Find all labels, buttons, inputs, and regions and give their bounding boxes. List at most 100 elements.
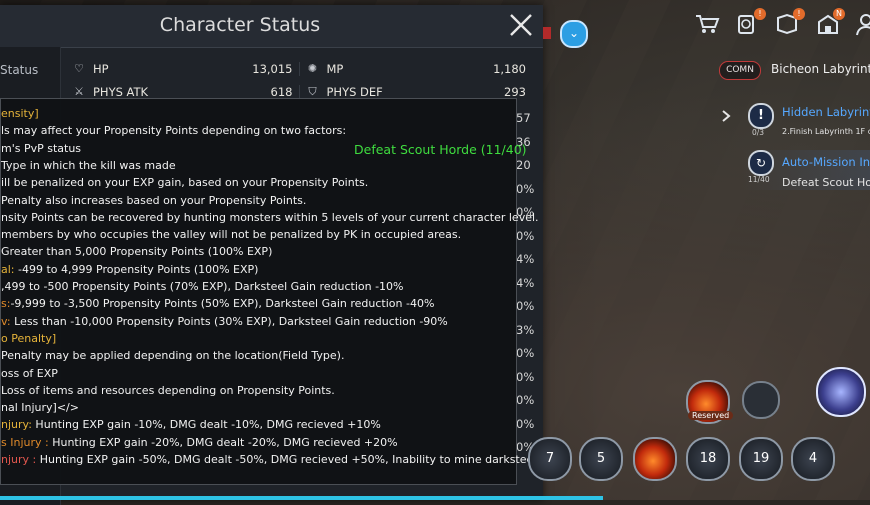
location-name: Bicheon Labyrinth bbox=[771, 62, 870, 76]
tooltip-line: m's PvP status bbox=[1, 142, 81, 155]
tooltip-text: Hunting EXP gain -20%, DMG dealt -20%, D… bbox=[48, 435, 398, 449]
stat-label: PHYS DEF bbox=[326, 84, 383, 99]
tooltip-text: Hunting EXP gain -50%, DMG dealt -50%, D… bbox=[36, 453, 537, 466]
cart-icon[interactable] bbox=[694, 12, 720, 36]
partial-stat-value: 0% bbox=[516, 416, 535, 431]
partial-stat-value: 0% bbox=[516, 228, 535, 243]
partial-stat-value: 57 bbox=[516, 111, 531, 125]
tooltip-line: al: -499 to 4,999 Propensity Points (100… bbox=[1, 263, 258, 276]
heart-icon: ♡ bbox=[74, 61, 84, 75]
partial-stat-value: 0% bbox=[516, 346, 535, 360]
close-icon[interactable] bbox=[507, 11, 535, 39]
tooltip-text: Penalty also increases based on your Pro… bbox=[1, 193, 307, 207]
tooltip-line: s Injury : Hunting EXP gain -20%, DMG de… bbox=[1, 436, 398, 449]
tooltip-line: ,499 to -500 Propensity Points (70% EXP)… bbox=[1, 280, 404, 293]
partial-stat-value: 4% bbox=[516, 252, 535, 266]
tooltip-text: -499 to 4,999 Propensity Points (100% EX… bbox=[14, 262, 259, 276]
tab-status[interactable]: Status bbox=[0, 63, 38, 77]
stat-phys-atk: ⚔ PHYS ATK 618 bbox=[66, 85, 299, 99]
tooltip-text: ensity] bbox=[1, 107, 39, 120]
tooltip-text: Type in which the kill was made bbox=[1, 158, 176, 172]
tooltip-line: Greater than 5,000 Propensity Points (10… bbox=[1, 245, 272, 258]
skill-slot[interactable]: 18 bbox=[686, 437, 730, 481]
tooltip-label: s Injury : bbox=[1, 435, 49, 449]
notification-badge: ! bbox=[793, 8, 805, 20]
exclamation-icon: ! bbox=[748, 103, 774, 129]
alert-marker bbox=[543, 27, 551, 39]
tooltip-line: ill be penalized on your EXP gain, based… bbox=[1, 176, 368, 189]
tooltip-text: oss of EXP bbox=[1, 366, 58, 380]
tooltip-line: njury: Hunting EXP gain -10%, DMG dealt … bbox=[1, 418, 381, 431]
tooltip-line: oss of EXP bbox=[1, 367, 58, 380]
skill-slot[interactable]: 19 bbox=[739, 437, 783, 481]
stats-grid: ♡ HP 13,015 ✺ MP 1,180 ⚔ PHYS ATK 618 ⛉ … bbox=[66, 57, 532, 103]
tooltip-label: njury: bbox=[1, 418, 32, 432]
tooltip-line: s:-9,999 to -3,500 Propensity Points (50… bbox=[1, 297, 434, 310]
stat-label: PHYS ATK bbox=[93, 84, 149, 99]
lightning-skill-icon[interactable] bbox=[816, 367, 866, 417]
partial-stat-value: 0% bbox=[516, 181, 535, 196]
panel-title: Character Status bbox=[159, 14, 321, 36]
tooltip-line: ls may affect your Propensity Points dep… bbox=[1, 124, 346, 137]
tooltip-text: ls may affect your Propensity Points dep… bbox=[1, 124, 347, 138]
chevron-right-icon[interactable] bbox=[721, 109, 731, 123]
tooltip-text: nsity Points can be recovered by hunting… bbox=[1, 210, 539, 224]
tooltip-text: ,499 to -500 Propensity Points (70% EXP)… bbox=[1, 280, 404, 293]
tooltip-line: nal Injury]</> bbox=[1, 401, 79, 414]
quest-count: 0/3 bbox=[752, 128, 765, 137]
quest-tracker-item[interactable]: ! 0/3 Hidden Labyrinth 2.Finish Labyrint… bbox=[740, 103, 870, 143]
stat-value: 13,015 bbox=[252, 61, 293, 76]
tooltip-text: m's PvP status bbox=[1, 141, 82, 155]
tooltip-text: Less than -10,000 Propensity Points (30%… bbox=[10, 314, 448, 328]
quest-tracker-item[interactable]: ↻ 11/40 Auto-Mission In F Defeat Scout H… bbox=[740, 150, 870, 190]
channel-badge: COMN bbox=[719, 61, 761, 80]
stat-hp: ♡ HP 13,015 bbox=[66, 62, 299, 76]
tooltip-text: nal Injury]</> bbox=[1, 401, 79, 415]
mana-icon: ✺ bbox=[307, 61, 318, 75]
tooltip-line: v: Less than -10,000 Propensity Points (… bbox=[1, 315, 448, 328]
tooltip-line: Penalty also increases based on your Pro… bbox=[1, 194, 306, 207]
quest-desc: 2.Finish Labyrinth 1F co bbox=[782, 127, 870, 136]
menu-toggle-icon[interactable]: ⌄ bbox=[560, 20, 588, 48]
stat-value: 293 bbox=[504, 84, 526, 99]
panel-header: Character Status bbox=[0, 5, 543, 48]
target-icon[interactable] bbox=[742, 381, 780, 419]
stat-label: MP bbox=[326, 61, 344, 76]
character-icon[interactable] bbox=[853, 12, 870, 36]
skill-slot[interactable]: 4 bbox=[791, 437, 835, 481]
skill-slot[interactable]: 5 bbox=[579, 437, 623, 481]
skill-slot[interactable] bbox=[633, 437, 677, 481]
tooltip-line: njury : Hunting EXP gain -50%, DMG dealt… bbox=[1, 453, 536, 466]
tooltip-label: njury : bbox=[1, 453, 37, 466]
stat-mp: ✺ MP 1,180 bbox=[298, 61, 533, 76]
notification-badge: N bbox=[833, 8, 845, 20]
atk-icon: ⚔ bbox=[74, 84, 84, 98]
partial-stat-value: 0% bbox=[516, 369, 535, 384]
tooltip-text: members by who occupies the valley will … bbox=[1, 228, 462, 242]
stat-label: HP bbox=[93, 61, 109, 76]
quest-count: 11/40 bbox=[748, 175, 770, 184]
partial-stat-value: 3% bbox=[516, 322, 535, 337]
stat-value: 618 bbox=[270, 84, 293, 99]
tooltip-text: ill be penalized on your EXP gain, based… bbox=[1, 176, 369, 190]
exp-bar bbox=[0, 496, 603, 500]
skill-slot[interactable]: 7 bbox=[528, 437, 572, 481]
tooltip-label: al: bbox=[1, 262, 15, 276]
stat-phys-def: ⛉ PHYS DEF 293 bbox=[298, 84, 533, 99]
tooltip-line: members by who occupies the valley will … bbox=[1, 228, 461, 241]
quest-title: Hidden Labyrinth bbox=[782, 105, 870, 119]
floating-quest-progress: Defeat Scout Horde (11/40) bbox=[354, 142, 527, 157]
tooltip-line: Type in which the kill was made bbox=[1, 159, 176, 172]
auto-mission-icon: ↻ bbox=[748, 150, 774, 176]
tooltip-line: Loss of items and resources depending on… bbox=[1, 384, 335, 397]
partial-stat-value: 0% bbox=[516, 299, 535, 313]
tooltip-text: Loss of items and resources depending on… bbox=[1, 383, 335, 397]
quest-title: Auto-Mission In F bbox=[782, 155, 870, 169]
partial-stat-value: 20 bbox=[516, 158, 531, 172]
def-icon: ⛉ bbox=[308, 84, 317, 98]
tooltip-text: o Penalty] bbox=[1, 331, 57, 345]
tooltip-line: Penalty may be applied depending on the … bbox=[1, 349, 344, 362]
tooltip-label: v: bbox=[1, 314, 11, 328]
tooltip-line: o Penalty] bbox=[1, 332, 56, 345]
tooltip-text: Penalty may be applied depending on the … bbox=[1, 349, 345, 363]
